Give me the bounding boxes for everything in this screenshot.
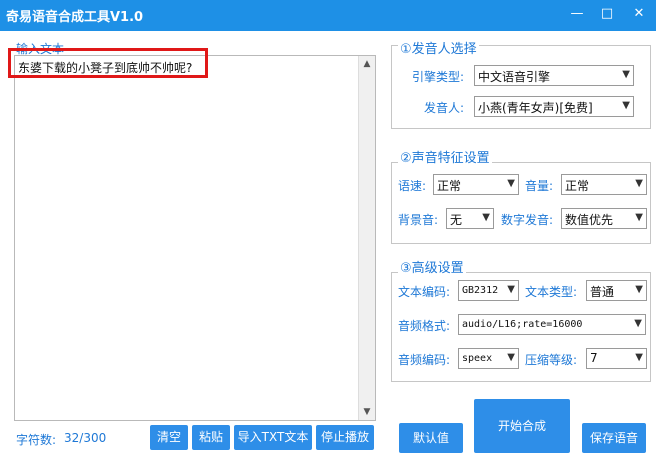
highlight-box [8,48,208,78]
text-type-value: 普通 [590,285,615,299]
scroll-up-icon[interactable]: ▲ [359,56,375,72]
stop-playback-button[interactable]: 停止播放 [316,425,374,450]
char-count-label: 字符数: [16,433,57,447]
text-input-area[interactable]: 东婆下载的小凳子到底帅不帅呢? ▲ ▼ [14,55,376,421]
chevron-down-icon: ▼ [482,212,490,223]
title-bar: 奇易语音合成工具V1.0 — □ ✕ [0,0,656,31]
text-scrollbar[interactable]: ▲ ▼ [358,56,375,420]
chevron-down-icon: ▼ [507,178,515,189]
chevron-down-icon: ▼ [635,212,643,223]
text-type-label: 文本类型: [525,285,578,299]
compression-level-select[interactable]: 7 ▼ [586,348,647,369]
volume-value: 正常 [565,179,590,193]
audio-format-label: 音频格式: [398,319,451,333]
speaker-group-title: ①发音人选择 [398,38,479,57]
engine-type-select[interactable]: 中文语音引擎 ▼ [474,65,634,86]
voice-label: 发音人: [424,101,465,115]
start-synthesis-button[interactable]: 开始合成 [474,399,570,453]
compression-level-label: 压缩等级: [525,353,578,367]
voice-select[interactable]: 小燕(青年女声)[免费] ▼ [474,96,634,117]
compression-level-value: 7 [590,351,598,365]
chevron-down-icon: ▼ [635,352,643,363]
digit-pronunciation-select[interactable]: 数值优先 ▼ [561,208,647,229]
chevron-down-icon: ▼ [635,178,643,189]
background-sound-select[interactable]: 无 ▼ [446,208,494,229]
window-title: 奇易语音合成工具V1.0 [6,10,144,25]
text-encoding-label: 文本编码: [398,285,451,299]
minimize-icon[interactable]: — [566,4,588,24]
default-values-button[interactable]: 默认值 [399,423,463,453]
char-count-value: 32/300 [64,431,107,445]
chevron-down-icon: ▼ [622,69,630,80]
chevron-down-icon: ▼ [635,284,643,295]
chevron-down-icon: ▼ [622,100,630,111]
audio-encoding-select[interactable]: speex ▼ [458,348,519,369]
audio-encoding-label: 音频编码: [398,353,451,367]
text-encoding-value: GB2312 [462,285,499,296]
digit-pronunciation-value: 数值优先 [565,213,614,227]
save-audio-button[interactable]: 保存语音 [582,423,646,453]
clear-button[interactable]: 清空 [150,425,188,450]
voice-value: 小燕(青年女声)[免费] [478,101,593,115]
voice-features-group-title: ②声音特征设置 [398,147,492,166]
speed-select[interactable]: 正常 ▼ [433,174,519,195]
scroll-down-icon[interactable]: ▼ [359,404,375,420]
import-txt-button[interactable]: 导入TXT文本 [234,425,312,450]
audio-encoding-value: speex [462,353,493,364]
advanced-group-title: ③高级设置 [398,257,466,276]
speed-value: 正常 [437,179,462,193]
engine-type-value: 中文语音引擎 [478,70,551,84]
background-sound-value: 无 [450,213,463,227]
chevron-down-icon: ▼ [634,318,642,329]
audio-format-select[interactable]: audio/L16;rate=16000 ▼ [458,314,646,335]
maximize-icon[interactable]: □ [596,4,618,24]
close-icon[interactable]: ✕ [628,4,650,24]
chevron-down-icon: ▼ [507,284,515,295]
audio-format-value: audio/L16;rate=16000 [462,319,583,330]
text-encoding-select[interactable]: GB2312 ▼ [458,280,519,301]
volume-select[interactable]: 正常 ▼ [561,174,647,195]
volume-label: 音量: [525,179,554,193]
paste-button[interactable]: 粘贴 [192,425,230,450]
chevron-down-icon: ▼ [507,352,515,363]
engine-type-label: 引擎类型: [412,70,465,84]
text-type-select[interactable]: 普通 ▼ [586,280,647,301]
speed-label: 语速: [398,179,427,193]
digit-pronunciation-label: 数字发音: [501,213,554,227]
background-sound-label: 背景音: [398,213,439,227]
